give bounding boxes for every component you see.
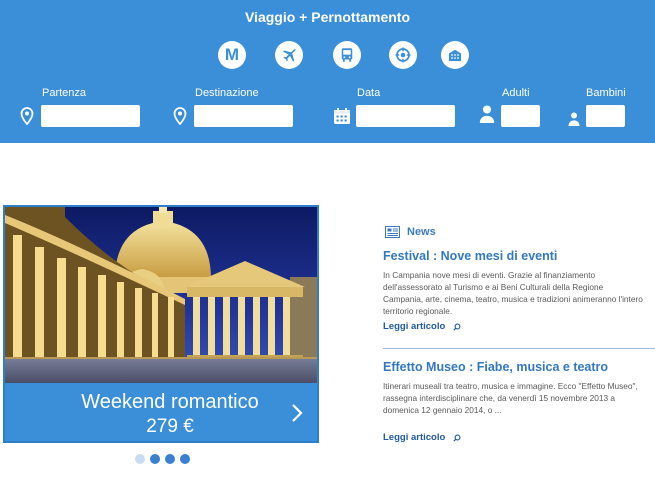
child-person-icon xyxy=(568,112,580,126)
hotel-mode-button[interactable] xyxy=(441,41,469,69)
adults-input[interactable] xyxy=(501,105,540,127)
destination-label: Destinazione xyxy=(195,87,259,99)
read-more-link-effetto-museo[interactable]: Leggi articolo xyxy=(383,432,461,443)
promo-photo-basilica xyxy=(5,207,317,383)
ferry-wheel-icon xyxy=(395,47,411,63)
adult-person-icon xyxy=(479,105,495,123)
news-divider xyxy=(383,348,655,349)
article-body-festival: In Campania nove mesi di eventi. Grazie … xyxy=(383,270,643,316)
slider-dot[interactable] xyxy=(180,454,190,464)
plane-mode-button[interactable] xyxy=(275,41,303,69)
transport-modes: M xyxy=(0,41,655,71)
search-title: Viaggio + Pernottamento xyxy=(244,9,411,25)
read-more-link-festival[interactable]: Leggi articolo xyxy=(383,321,461,332)
news-header: News xyxy=(385,226,436,238)
search-panel: Viaggio + Pernottamento M Partenza Desti… xyxy=(0,0,655,143)
article-body-effetto-museo: Itinerari museali tra teatro, musica e i… xyxy=(383,381,638,415)
slider-dot[interactable] xyxy=(135,454,145,464)
search-icon xyxy=(453,323,461,331)
date-input[interactable] xyxy=(356,105,455,127)
children-label: Bambini xyxy=(586,87,626,99)
read-more-label: Leggi articolo xyxy=(383,321,446,332)
date-label: Data xyxy=(357,87,381,99)
slider-dots xyxy=(135,454,190,466)
calendar-icon xyxy=(334,108,350,124)
location-pin-icon xyxy=(173,107,187,125)
metro-icon: M xyxy=(224,45,240,64)
departure-label: Partenza xyxy=(42,87,87,99)
plane-icon xyxy=(283,48,296,62)
departure-input[interactable] xyxy=(41,105,140,127)
promo-title: Weekend romantico xyxy=(81,391,259,413)
destination-input[interactable] xyxy=(194,105,293,127)
bus-icon xyxy=(341,48,353,62)
article-title-effetto-museo[interactable]: Effetto Museo : Fiabe, musica e teatro xyxy=(383,360,608,374)
promo-caption: Weekend romantico 279 € xyxy=(5,383,317,441)
location-pin-icon xyxy=(20,107,34,125)
bus-mode-button[interactable] xyxy=(333,41,361,69)
news-heading: News xyxy=(407,226,436,238)
promo-slider[interactable]: Weekend romantico 279 € xyxy=(3,205,319,443)
adults-label: Adulti xyxy=(502,87,530,99)
article-title-festival[interactable]: Festival : Nove mesi di eventi xyxy=(383,249,557,263)
read-more-label: Leggi articolo xyxy=(383,432,446,443)
children-input[interactable] xyxy=(586,105,625,127)
metro-mode-button[interactable]: M xyxy=(218,41,246,69)
chevron-right-icon[interactable] xyxy=(291,403,303,423)
slider-dot[interactable] xyxy=(165,454,175,464)
ferry-mode-button[interactable] xyxy=(389,41,417,69)
slider-dot[interactable] xyxy=(150,454,160,464)
newspaper-icon xyxy=(385,226,400,238)
hotel-icon xyxy=(449,49,461,61)
promo-price: 279 € xyxy=(146,416,194,437)
search-icon xyxy=(453,434,461,442)
